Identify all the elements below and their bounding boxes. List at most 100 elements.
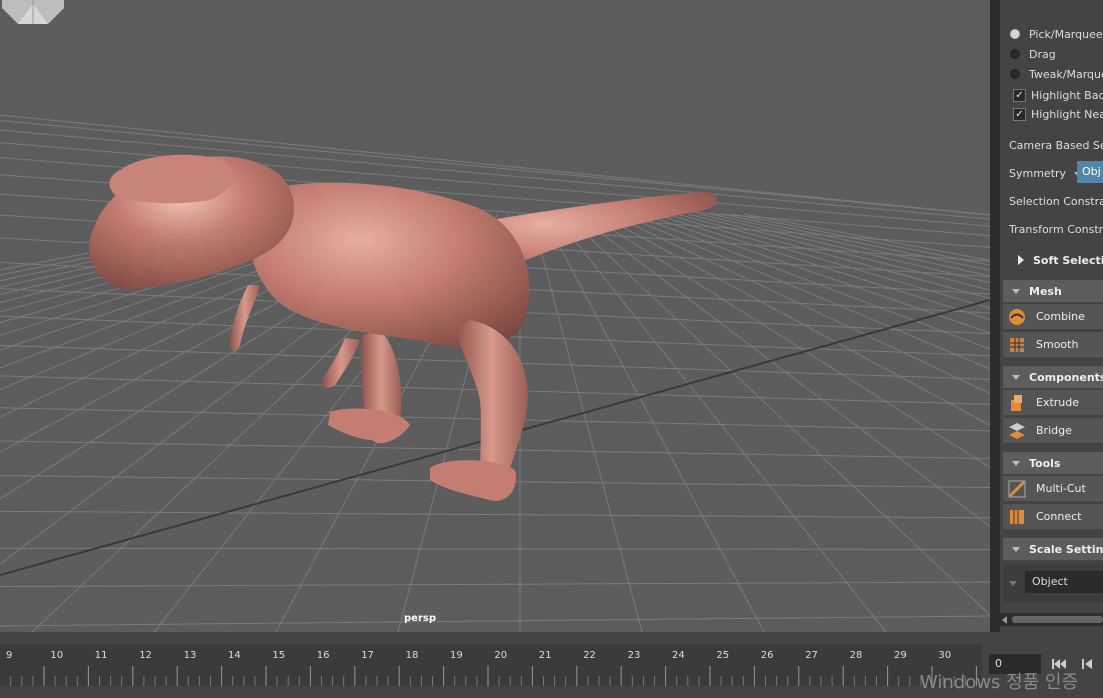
scale-object-dropdown[interactable]: Object bbox=[1025, 571, 1103, 593]
scale-settings-section-header[interactable]: Scale Settings bbox=[1003, 538, 1103, 560]
bridge-icon bbox=[1009, 422, 1025, 439]
tool-label: Connect bbox=[1036, 510, 1082, 523]
grid-line bbox=[743, 213, 990, 261]
frame-tick-label: 25 bbox=[716, 650, 729, 661]
viewcube-icon[interactable] bbox=[0, 0, 66, 26]
symmetry-label[interactable]: Symmetry bbox=[1009, 167, 1082, 180]
checkbox-label: Highlight Nea bbox=[1031, 107, 1103, 121]
frame-tick-label: 20 bbox=[494, 650, 507, 661]
grid-line bbox=[564, 213, 990, 616]
frame-tick-label: 17 bbox=[361, 650, 374, 661]
frame-tick-label: 18 bbox=[406, 650, 419, 661]
section-title: Components bbox=[1029, 370, 1103, 384]
expand-icon bbox=[1018, 255, 1024, 265]
camera-label: persp bbox=[404, 613, 436, 624]
symmetry-dropdown[interactable]: Obj bbox=[1077, 161, 1103, 183]
collapse-icon bbox=[1012, 288, 1020, 294]
section-title: Soft Selection bbox=[1033, 253, 1103, 267]
radio-label: Tweak/Marquee bbox=[1029, 67, 1103, 81]
combine-button[interactable]: Combine bbox=[1003, 304, 1103, 329]
chevron-down-icon bbox=[1009, 581, 1017, 586]
grid-line bbox=[721, 213, 990, 271]
tool-label: Combine bbox=[1036, 310, 1085, 323]
tool-label: Bridge bbox=[1036, 424, 1072, 437]
radio-label: Pick/Marquee bbox=[1029, 27, 1103, 41]
selection-constraint-label: Selection Constrai bbox=[1009, 195, 1103, 208]
grid-line bbox=[676, 213, 990, 299]
checkmark-icon: ✓ bbox=[1013, 88, 1026, 102]
frame-tick-label: 10 bbox=[50, 650, 63, 661]
frame-tick-label: 19 bbox=[450, 650, 463, 661]
section-title: Mesh bbox=[1029, 284, 1062, 298]
grid-line bbox=[0, 547, 990, 550]
trex-model[interactable] bbox=[89, 154, 718, 501]
checkmark-icon: ✓ bbox=[1013, 107, 1026, 121]
section-title: Tools bbox=[1029, 456, 1061, 470]
transform-constraint-label: Transform Constra bbox=[1009, 223, 1103, 236]
frame-tick-label: 22 bbox=[583, 650, 596, 661]
connect-icon bbox=[1010, 509, 1024, 524]
bridge-button[interactable]: Bridge bbox=[1003, 418, 1103, 443]
scroll-left-icon[interactable] bbox=[1002, 616, 1007, 624]
extrude-button[interactable]: Extrude bbox=[1003, 390, 1103, 415]
radio-drag[interactable]: Drag bbox=[1000, 45, 1056, 63]
frame-tick-label: 16 bbox=[317, 650, 330, 661]
components-section-header[interactable]: Components bbox=[1003, 366, 1103, 388]
connect-button[interactable]: Connect bbox=[1003, 504, 1103, 529]
combine-icon bbox=[1009, 308, 1025, 325]
frame-tick-label: 15 bbox=[272, 650, 285, 661]
frame-tick-label: 9 bbox=[6, 650, 12, 661]
frame-tick-label: 12 bbox=[139, 650, 152, 661]
frame-tick-label: 26 bbox=[761, 650, 774, 661]
timeline-ticks: 9 10 11 12 13 14 15 16 17 18 19 20 21 22 23 24 25 26 27 28 2… bbox=[6, 650, 977, 686]
tools-section-header[interactable]: Tools bbox=[1003, 452, 1103, 474]
radio-off-icon bbox=[1010, 69, 1020, 79]
tool-label: Multi-Cut bbox=[1036, 482, 1086, 495]
multi-cut-icon bbox=[1008, 480, 1026, 497]
camera-based-selection-label: Camera Based Sele bbox=[1009, 139, 1103, 152]
smooth-button[interactable]: Smooth bbox=[1003, 332, 1103, 357]
step-back-icon[interactable] bbox=[1079, 657, 1095, 671]
scrollbar-thumb[interactable] bbox=[1012, 616, 1103, 623]
frame-tick-label: 30 bbox=[938, 650, 951, 661]
3d-viewport[interactable]: persp bbox=[0, 0, 990, 632]
collapse-icon bbox=[1012, 546, 1020, 552]
radio-tweak-marquee[interactable]: Tweak/Marquee bbox=[1000, 65, 1103, 83]
frame-tick-label: 27 bbox=[805, 650, 818, 661]
checkbox-highlight-backfaces[interactable]: ✓ Highlight Back bbox=[1000, 86, 1103, 104]
grid-line bbox=[0, 581, 990, 588]
checkbox-label: Highlight Back bbox=[1031, 88, 1103, 102]
grid-line bbox=[710, 213, 990, 277]
section-title: Scale Settings bbox=[1029, 542, 1103, 556]
panel-horizontal-scrollbar[interactable] bbox=[1000, 613, 1103, 626]
radio-on-icon bbox=[1010, 29, 1020, 39]
collapse-icon bbox=[1012, 374, 1020, 380]
frame-tick-label: 29 bbox=[894, 650, 907, 661]
checkbox-highlight-nearest[interactable]: ✓ Highlight Nea bbox=[1000, 105, 1103, 123]
timeline-ruler[interactable]: 9 10 11 12 13 14 15 16 17 18 19 20 21 22 23 24 25 26 27 28 2… bbox=[0, 644, 982, 686]
frame-tick-label: 23 bbox=[628, 650, 641, 661]
panel-divider[interactable] bbox=[990, 0, 1000, 632]
frame-tick-label: 14 bbox=[228, 650, 241, 661]
grid-line bbox=[0, 615, 990, 627]
radio-pick-marquee[interactable]: Pick/Marquee bbox=[1000, 25, 1103, 43]
grid-line bbox=[654, 213, 990, 321]
extrude-icon bbox=[1011, 394, 1022, 411]
grid-line bbox=[687, 213, 990, 291]
tool-label: Extrude bbox=[1036, 396, 1080, 409]
frame-tick-label: 11 bbox=[95, 650, 108, 661]
symmetry-text: Symmetry bbox=[1009, 167, 1067, 180]
multi-cut-button[interactable]: Multi-Cut bbox=[1003, 476, 1103, 501]
radio-label: Drag bbox=[1029, 47, 1056, 61]
mesh-section-header[interactable]: Mesh bbox=[1003, 280, 1103, 302]
collapse-icon bbox=[1012, 460, 1020, 466]
radio-off-icon bbox=[1010, 49, 1020, 59]
smooth-icon bbox=[1010, 337, 1024, 352]
frame-tick-label: 24 bbox=[672, 650, 685, 661]
viewport-scene bbox=[0, 114, 990, 632]
frame-tick-label: 28 bbox=[850, 650, 863, 661]
frame-tick-label: 21 bbox=[539, 650, 552, 661]
soft-selection-header[interactable]: Soft Selection bbox=[1003, 249, 1103, 271]
windows-activation-watermark: Windows 정품 인증 bbox=[920, 672, 1079, 693]
tool-label: Smooth bbox=[1036, 338, 1079, 351]
